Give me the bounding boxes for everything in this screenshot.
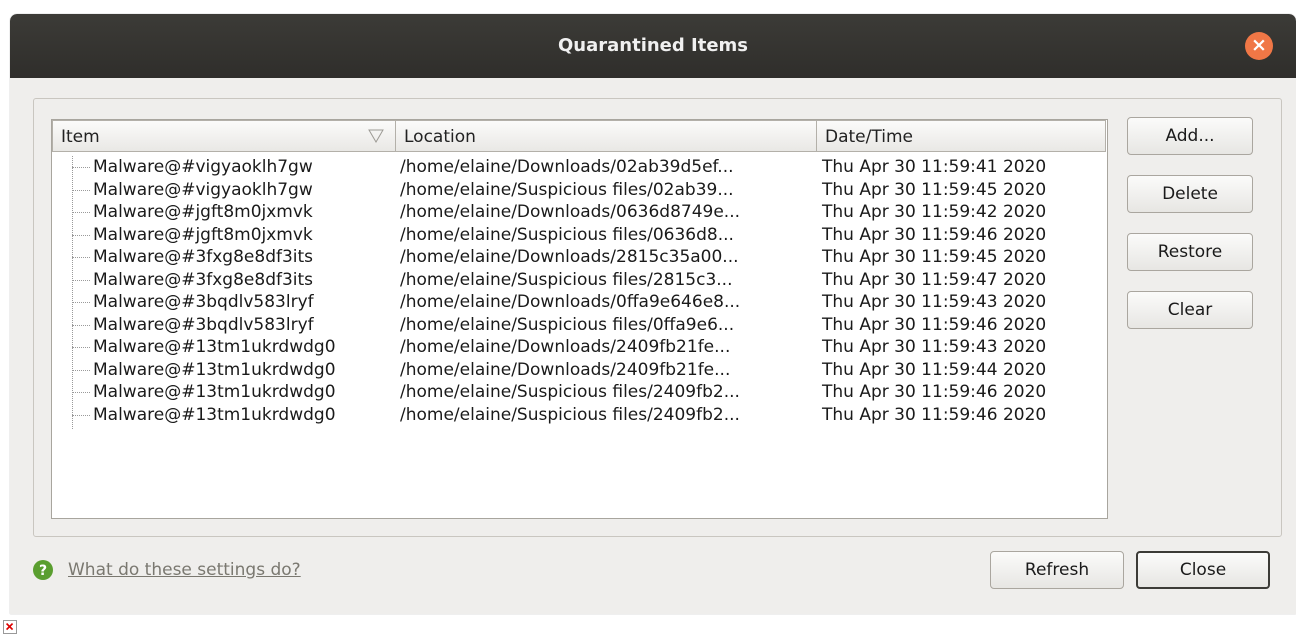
title-bar: Quarantined Items × [10, 14, 1296, 78]
table-row[interactable]: Malware@#3bqdlv583lryf/home/elaine/Downl… [52, 291, 1107, 314]
row-item-cell: Malware@#13tm1ukrdwdg0 [93, 359, 336, 380]
row-datetime-cell: Thu Apr 30 11:59:45 2020 [822, 179, 1047, 200]
column-header-datetime[interactable]: Date/Time [816, 120, 1106, 152]
row-location-cell: /home/elaine/Suspicious files/0ffa9e6... [400, 314, 735, 335]
row-location-cell: /home/elaine/Suspicious files/2815c3... [400, 269, 733, 290]
row-location-cell: /home/elaine/Suspicious files/02ab39... [400, 179, 734, 200]
row-location-cell: /home/elaine/Suspicious files/2409fb2... [400, 404, 740, 425]
quarantine-table[interactable]: Item Location Date/Time Malware@#vigyaok… [51, 119, 1108, 519]
refresh-button[interactable]: Refresh [990, 551, 1124, 589]
table-row[interactable]: Malware@#13tm1ukrdwdg0/home/elaine/Suspi… [52, 404, 1107, 427]
row-datetime-cell: Thu Apr 30 11:59:45 2020 [822, 247, 1047, 267]
table-row[interactable]: Malware@#jgft8m0jxmvk/home/elaine/Downlo… [52, 201, 1107, 224]
add-button[interactable]: Add... [1127, 117, 1253, 155]
table-row[interactable]: Malware@#13tm1ukrdwdg0/home/elaine/Suspi… [52, 381, 1107, 404]
row-datetime-cell: Thu Apr 30 11:59:46 2020 [822, 224, 1047, 245]
delete-button[interactable]: Delete [1127, 175, 1253, 213]
row-item-cell: Malware@#3fxg8e8df3its [93, 247, 314, 267]
row-item-cell: Malware@#3bqdlv583lryf [93, 292, 314, 312]
table-row[interactable]: Malware@#3fxg8e8df3its/home/elaine/Suspi… [52, 269, 1107, 292]
row-datetime-cell: Thu Apr 30 11:59:46 2020 [822, 314, 1047, 335]
row-datetime-cell: Thu Apr 30 11:59:41 2020 [822, 157, 1047, 177]
quarantine-dialog: Quarantined Items × Item Location Date/T… [10, 14, 1296, 614]
table-row[interactable]: Malware@#13tm1ukrdwdg0/home/elaine/Downl… [52, 359, 1107, 382]
row-location-cell: /home/elaine/Suspicious files/2409fb2... [400, 382, 740, 402]
row-location-cell: /home/elaine/Downloads/02ab39d5ef... [400, 157, 734, 177]
window-title: Quarantined Items [557, 35, 749, 56]
table-row[interactable]: Malware@#13tm1ukrdwdg0/home/elaine/Downl… [52, 336, 1107, 359]
sort-descending-icon [368, 129, 384, 143]
close-button[interactable]: Close [1136, 551, 1270, 589]
help-settings-link[interactable]: What do these settings do? [68, 558, 301, 582]
row-item-cell: Malware@#13tm1ukrdwdg0 [93, 404, 336, 425]
row-location-cell: /home/elaine/Downloads/2815c35a00... [400, 247, 739, 267]
row-item-cell: Malware@#vigyaoklh7gw [93, 179, 313, 200]
row-datetime-cell: Thu Apr 30 11:59:46 2020 [822, 382, 1047, 402]
row-location-cell: /home/elaine/Downloads/0636d8749e... [400, 202, 741, 222]
svg-text:?: ? [39, 563, 47, 579]
table-row[interactable]: Malware@#3bqdlv583lryf/home/elaine/Suspi… [52, 314, 1107, 337]
help-question-icon: ? [33, 560, 53, 580]
row-item-cell: Malware@#vigyaoklh7gw [93, 157, 313, 177]
clear-button[interactable]: Clear [1127, 291, 1253, 329]
table-row[interactable]: Malware@#jgft8m0jxmvk/home/elaine/Suspic… [52, 224, 1107, 247]
table-row[interactable]: Malware@#3fxg8e8df3its/home/elaine/Downl… [52, 246, 1107, 269]
row-item-cell: Malware@#jgft8m0jxmvk [93, 224, 313, 245]
close-window-icon[interactable]: × [1245, 32, 1273, 60]
broken-image-icon [3, 620, 17, 634]
row-datetime-cell: Thu Apr 30 11:59:43 2020 [822, 292, 1047, 312]
row-item-cell: Malware@#jgft8m0jxmvk [93, 202, 313, 222]
column-header-location-label: Location [404, 127, 476, 147]
table-row[interactable]: Malware@#vigyaoklh7gw/home/elaine/Suspic… [52, 179, 1107, 202]
row-item-cell: Malware@#3bqdlv583lryf [93, 314, 314, 335]
column-header-item[interactable]: Item [52, 120, 396, 152]
row-datetime-cell: Thu Apr 30 11:59:43 2020 [822, 337, 1047, 357]
row-location-cell: /home/elaine/Downloads/2409fb21fe... [400, 359, 731, 380]
row-location-cell: /home/elaine/Downloads/0ffa9e646e8... [400, 292, 741, 312]
row-location-cell: /home/elaine/Suspicious files/0636d8... [400, 224, 734, 245]
table-row[interactable]: Malware@#vigyaoklh7gw/home/elaine/Downlo… [52, 156, 1107, 179]
table-body: Malware@#vigyaoklh7gw/home/elaine/Downlo… [52, 156, 1107, 426]
restore-button[interactable]: Restore [1127, 233, 1253, 271]
column-header-location[interactable]: Location [395, 120, 817, 152]
row-datetime-cell: Thu Apr 30 11:59:47 2020 [822, 269, 1047, 290]
row-datetime-cell: Thu Apr 30 11:59:46 2020 [822, 404, 1047, 425]
row-datetime-cell: Thu Apr 30 11:59:44 2020 [822, 359, 1047, 380]
row-item-cell: Malware@#3fxg8e8df3its [93, 269, 314, 290]
row-datetime-cell: Thu Apr 30 11:59:42 2020 [822, 202, 1047, 222]
row-item-cell: Malware@#13tm1ukrdwdg0 [93, 382, 336, 402]
column-header-item-label: Item [61, 127, 100, 147]
column-header-datetime-label: Date/Time [825, 127, 913, 147]
row-location-cell: /home/elaine/Downloads/2409fb21fe... [400, 337, 731, 357]
row-item-cell: Malware@#13tm1ukrdwdg0 [93, 337, 336, 357]
